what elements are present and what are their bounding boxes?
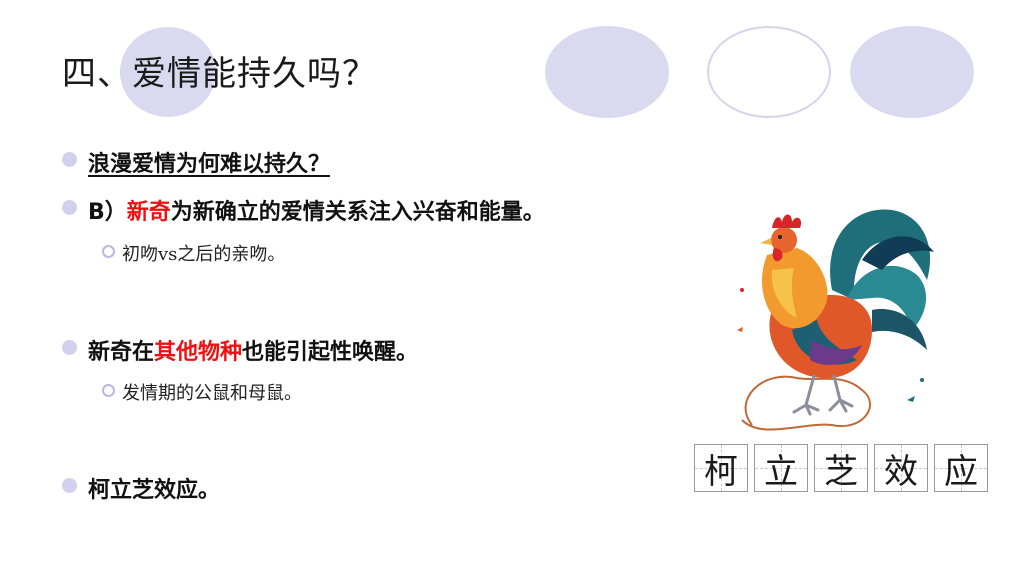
bullet-text: 新奇在其他物种也能引起性唤醒。 bbox=[88, 334, 418, 366]
bullet-rest: 为新确立的爱情关系注入兴奋和能量。 bbox=[170, 200, 545, 225]
char-box: 应 bbox=[934, 444, 988, 492]
rooster-illustration bbox=[737, 209, 934, 431]
bullet-text: 浪漫爱情为何难以持久？ bbox=[88, 152, 331, 177]
highlight-other-species: 其他物种 bbox=[154, 340, 243, 365]
sub-bullet-ring bbox=[102, 245, 115, 258]
bullet-dot bbox=[62, 478, 77, 493]
decor-circle-2 bbox=[545, 26, 669, 118]
bullet-dot bbox=[62, 152, 77, 167]
char-box: 效 bbox=[874, 444, 928, 492]
highlight-novelty: 新奇 bbox=[126, 200, 171, 225]
bullet-text: B）新奇为新确立的爱情关系注入兴奋和能量。 bbox=[88, 194, 545, 226]
bullet-text: 柯立芝效应。 bbox=[88, 478, 221, 503]
slide-title: 四、爱情能持久吗？ bbox=[62, 54, 377, 94]
bullet-prefix: 新奇在 bbox=[88, 340, 155, 365]
sub-text: 初吻vs之后的亲吻。 bbox=[122, 244, 286, 265]
char-box: 芝 bbox=[814, 444, 868, 492]
sub-bullet-ring bbox=[102, 384, 115, 397]
bullet-rest: 也能引起性唤醒。 bbox=[242, 340, 419, 365]
bullet-dot bbox=[62, 340, 77, 355]
char-box: 柯 bbox=[694, 444, 748, 492]
decor-circle-3 bbox=[707, 26, 831, 118]
sub-text: 发情期的公鼠和母鼠。 bbox=[122, 383, 302, 404]
caption-character-boxes: 柯 立 芝 效 应 bbox=[694, 444, 988, 492]
bullet-prefix: B） bbox=[88, 200, 127, 225]
decor-circle-4 bbox=[850, 26, 974, 118]
bullet-dot bbox=[62, 200, 77, 215]
char-box: 立 bbox=[754, 444, 808, 492]
